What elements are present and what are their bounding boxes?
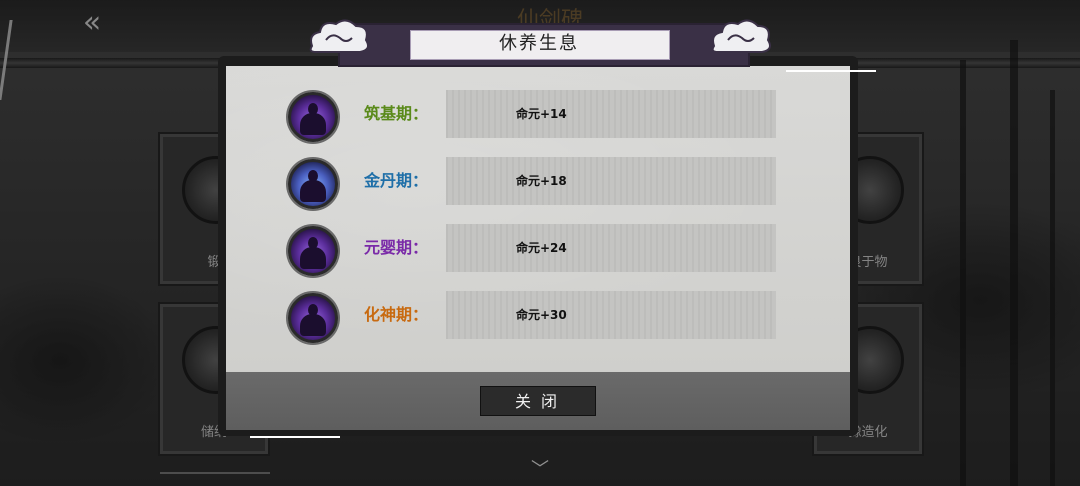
meditation-avatar-icon [288,92,338,142]
meditation-avatar-icon [288,226,338,276]
meditation-avatar-icon [288,159,338,209]
brush-stroke [250,436,340,438]
stage-value: 命元+18 [516,174,567,188]
cloud-ornament-icon [309,19,369,53]
stage-row: 金丹期： 命元+18 [280,157,780,213]
close-button[interactable]: 关闭 [480,386,596,416]
stage-row: 化神期： 命元+30 [280,291,780,347]
dialog-title: 休养生息 [499,33,579,54]
stage-row: 筑基期： 命元+14 [280,90,780,146]
stage-name: 元婴期： [364,238,429,257]
stage-row: 元婴期： 命元+24 [280,224,780,280]
stage-name: 金丹期： [364,171,429,190]
stage-value: 命元+30 [516,308,567,322]
brush-stroke [786,70,876,72]
stage-value: 命元+24 [516,241,567,255]
meditation-avatar-icon [288,293,338,343]
cloud-ornament-icon [711,19,771,53]
stage-name: 筑基期： [364,104,429,123]
stage-name: 化神期： [364,305,429,324]
stage-value: 命元+14 [516,107,567,121]
